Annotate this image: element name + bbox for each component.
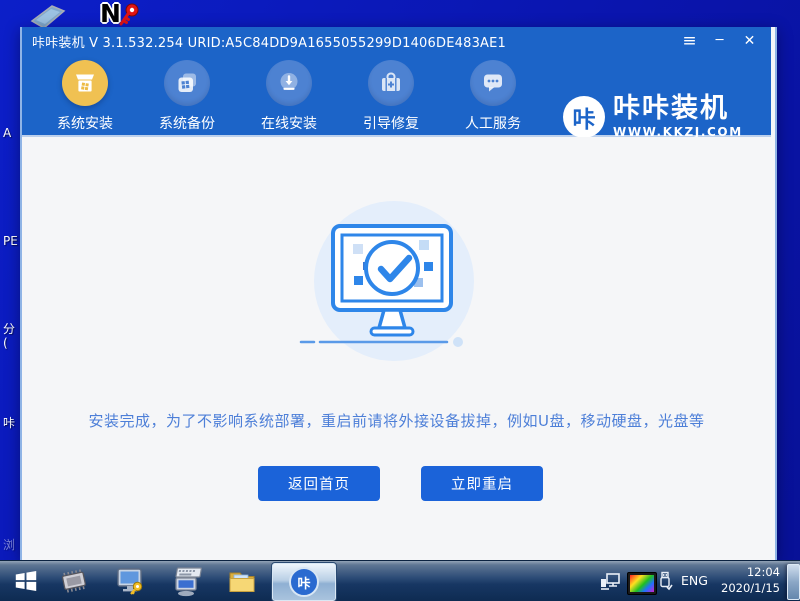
language-indicator[interactable]: ENG: [681, 573, 708, 588]
tray-date: 2020/1/15: [706, 580, 780, 596]
desktop-n-key-icon[interactable]: N: [100, 0, 146, 30]
nav-label: 系统备份: [159, 116, 215, 132]
red-key-icon: [116, 2, 144, 30]
brand-name: 咔咔装机: [613, 93, 743, 124]
nav-label: 在线安装: [261, 116, 317, 132]
taskbar-kaka-active-app[interactable]: 咔: [272, 563, 336, 601]
minimize-icon[interactable]: ─: [711, 28, 728, 54]
desktop-label-fragment[interactable]: PE: [3, 234, 18, 248]
taskbar: 咔 ENG 12:04 2020/1/15: [0, 560, 800, 601]
nav-label: 人工服务: [465, 116, 521, 132]
close-icon[interactable]: ✕: [741, 28, 758, 54]
nav-item-boot-repair[interactable]: 引导修复: [353, 60, 429, 133]
usb-tray-icon[interactable]: [657, 571, 673, 595]
windows-flag-icon: [13, 568, 39, 594]
start-button[interactable]: [8, 564, 44, 598]
taskbar-locked-pc-app-icon[interactable]: [112, 564, 148, 598]
window-title: 咔咔装机 V 3.1.532.254 URID:A5C84DD9A1655055…: [22, 32, 506, 51]
display-color-tray-icon[interactable]: [627, 572, 657, 595]
clock-tray[interactable]: 12:04 2020/1/15: [706, 564, 782, 598]
app-window: 咔咔装机 V 3.1.532.254 URID:A5C84DD9A1655055…: [20, 27, 777, 560]
menu-icon[interactable]: ≡: [681, 28, 698, 54]
taskbar-chip-app-icon[interactable]: [56, 564, 92, 598]
nav-item-system-backup[interactable]: 系统备份: [149, 60, 225, 133]
desktop-label-fragment[interactable]: 浏: [3, 536, 15, 553]
nav-label: 引导修复: [363, 116, 419, 132]
nav-item-online-install[interactable]: 在线安装: [251, 60, 327, 133]
backup-windows-icon: [164, 60, 210, 106]
brand-logo: 咔 咔咔装机 WWW.KKZJ.COM: [563, 93, 743, 139]
nav-bar: 系统安装 系统备份: [22, 55, 771, 137]
taskbar-keyboard-pc-app-icon[interactable]: [168, 564, 204, 598]
desktop-label-fragment[interactable]: (: [3, 336, 8, 350]
show-desktop-button[interactable]: [787, 564, 800, 600]
tray-time: 12:04: [706, 564, 780, 580]
desktop-label-fragment[interactable]: 咔: [3, 414, 15, 431]
install-box-icon: [62, 60, 108, 106]
title-bar: 咔咔装机 V 3.1.532.254 URID:A5C84DD9A1655055…: [22, 27, 771, 55]
chat-bubble-icon: [470, 60, 516, 106]
nav-label: 系统安装: [57, 116, 113, 132]
restart-now-button[interactable]: 立即重启: [421, 466, 543, 501]
nav-item-human-service[interactable]: 人工服务: [455, 60, 531, 133]
desktop-label-fragment[interactable]: A: [3, 126, 11, 140]
nav-item-system-install[interactable]: 系统安装: [47, 60, 123, 133]
download-icon: [266, 60, 312, 106]
kaka-logo-icon: 咔: [563, 96, 605, 138]
desktop-label-fragment[interactable]: 分: [3, 320, 15, 337]
kaka-taskbar-icon: 咔: [289, 567, 319, 597]
completion-message: 安装完成，为了不影响系统部署，重启前请将外接设备拔掉，例如U盘，移动硬盘，光盘等: [22, 410, 771, 431]
toolbox-icon: [368, 60, 414, 106]
content-area: 安装完成，为了不影响系统部署，重启前请将外接设备拔掉，例如U盘，移动硬盘，光盘等…: [22, 137, 771, 560]
taskbar-file-explorer-icon[interactable]: [224, 564, 260, 598]
monitor-check-icon: [297, 220, 487, 350]
return-home-button[interactable]: 返回首页: [258, 466, 380, 501]
network-tray-icon[interactable]: [600, 573, 622, 594]
